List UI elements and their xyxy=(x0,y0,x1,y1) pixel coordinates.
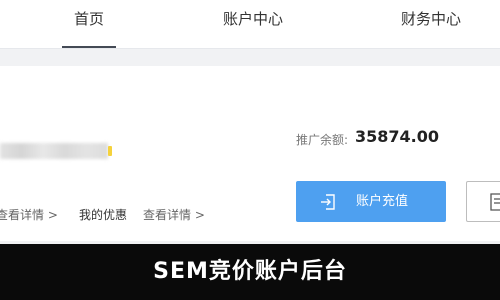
login-arrow-icon xyxy=(321,194,335,210)
page: 首页 账户中心 财务中心 查看详情 > 我的优惠 查看详情 > 推广余额: 35… xyxy=(0,0,500,300)
caption-banner: SEM竞价账户后台 xyxy=(0,244,500,300)
blurred-account-name xyxy=(0,143,108,159)
view-details-link-1[interactable]: 查看详情 > xyxy=(0,206,58,223)
tab-account-center[interactable]: 账户中心 xyxy=(220,0,286,48)
account-recharge-button[interactable]: 账户充值 xyxy=(296,181,446,222)
account-level-tag xyxy=(108,146,112,156)
my-benefits-label: 我的优惠 xyxy=(79,208,128,222)
tab-home[interactable]: 首页 xyxy=(62,0,116,48)
view-details-link-2[interactable]: 查看详情 > xyxy=(143,206,205,223)
document-icon xyxy=(490,193,500,211)
tab-finance-center[interactable]: 财务中心 xyxy=(398,0,464,48)
secondary-action-button[interactable] xyxy=(466,181,500,222)
recharge-button-label: 账户充值 xyxy=(356,194,409,209)
promotion-balance-label: 推广余额: xyxy=(296,133,349,147)
account-overview-card: 查看详情 > 我的优惠 查看详情 > 推广余额: 35874.00 账户充值 xyxy=(0,66,500,241)
promotion-balance-value: 35874.00 xyxy=(355,127,440,146)
top-nav: 首页 账户中心 财务中心 xyxy=(0,0,500,49)
